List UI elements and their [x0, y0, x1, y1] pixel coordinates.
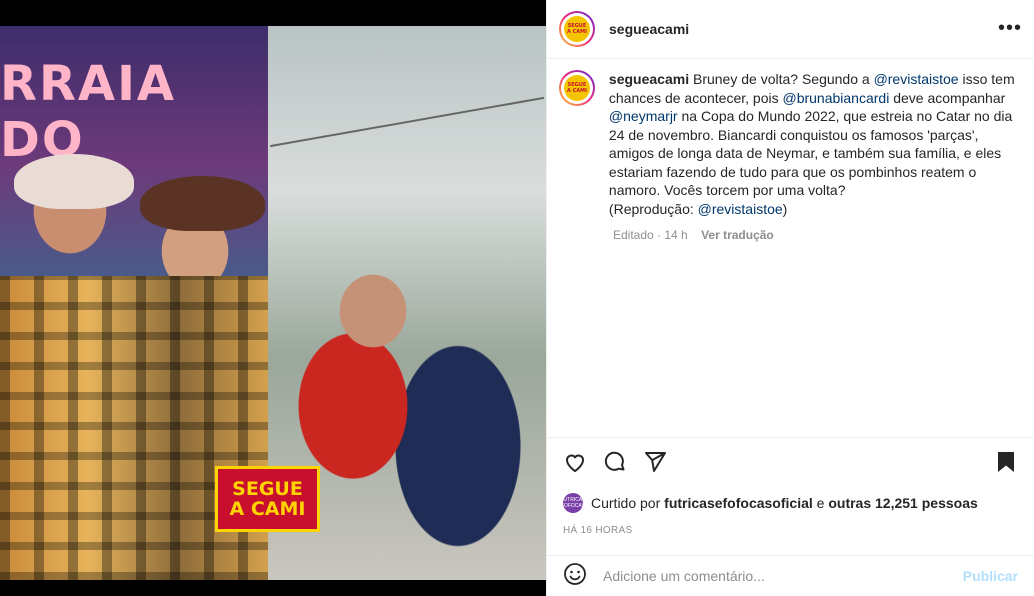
comment-bar: Publicar	[547, 555, 1034, 596]
caption-avatar[interactable]: SEGUE A CAMI	[559, 70, 595, 106]
caption-area: SEGUE A CAMI segueacami Bruney de volta?…	[547, 58, 1034, 438]
translate-link[interactable]: Ver tradução	[701, 228, 774, 242]
heart-icon[interactable]	[563, 450, 587, 479]
segue-a-cami-logo: SEGUE A CAMI	[215, 466, 320, 532]
publish-button[interactable]: Publicar	[963, 568, 1018, 584]
comment-input[interactable]	[601, 567, 963, 585]
post-media[interactable]: RRAIA DO SEGUE A CAMI	[0, 0, 546, 596]
username[interactable]: segueacami	[609, 21, 689, 37]
comment-icon[interactable]	[603, 450, 627, 479]
likes-summary: FUTRICAS FOFOCAS Curtido por futricasefo…	[560, 493, 978, 513]
plaid-outfits	[0, 276, 268, 580]
mention-link[interactable]: @neymarjr	[609, 108, 678, 124]
mention-link[interactable]: @brunabiancardi	[782, 90, 889, 106]
edited-time: Editado · 14 h	[613, 228, 688, 242]
action-bar	[563, 450, 1018, 478]
liker-avatar[interactable]: FUTRICAS FOFOCAS	[561, 493, 586, 513]
avatar-logo: SEGUE A CAMI	[564, 16, 590, 42]
brown-hat	[140, 176, 265, 231]
avatar[interactable]: SEGUE A CAMI	[559, 11, 595, 47]
more-icon[interactable]: •••	[998, 18, 1022, 38]
logo-line1: SEGUE	[232, 478, 303, 500]
liker-username[interactable]: futricasefofocasoficial	[664, 495, 813, 511]
post-header: SEGUE A CAMI segueacami •••	[547, 0, 1034, 59]
caption-meta: Editado · 14 h Ver tradução	[613, 228, 1018, 242]
white-hat	[14, 154, 134, 209]
emoji-icon[interactable]	[563, 562, 587, 591]
likes-count[interactable]: outras 12,251 pessoas	[828, 495, 977, 511]
banner-text: RRAIA DO	[0, 56, 177, 168]
tent-frame	[269, 96, 545, 148]
post-time[interactable]: HÁ 16 HORAS	[563, 525, 632, 536]
caption: segueacami Bruney de volta? Segundo a @r…	[608, 71, 1015, 217]
bookmark-icon[interactable]	[994, 450, 1018, 479]
mention-link[interactable]: @revistaistoe	[874, 71, 959, 87]
share-icon[interactable]	[643, 450, 667, 479]
mention-link[interactable]: @revistaistoe	[698, 201, 783, 217]
post-panel: SEGUE A CAMI segueacami ••• SEGUE A CAMI…	[546, 0, 1034, 596]
logo-line2: A CAMI	[229, 498, 306, 520]
caption-username[interactable]: segueacami	[609, 71, 689, 87]
